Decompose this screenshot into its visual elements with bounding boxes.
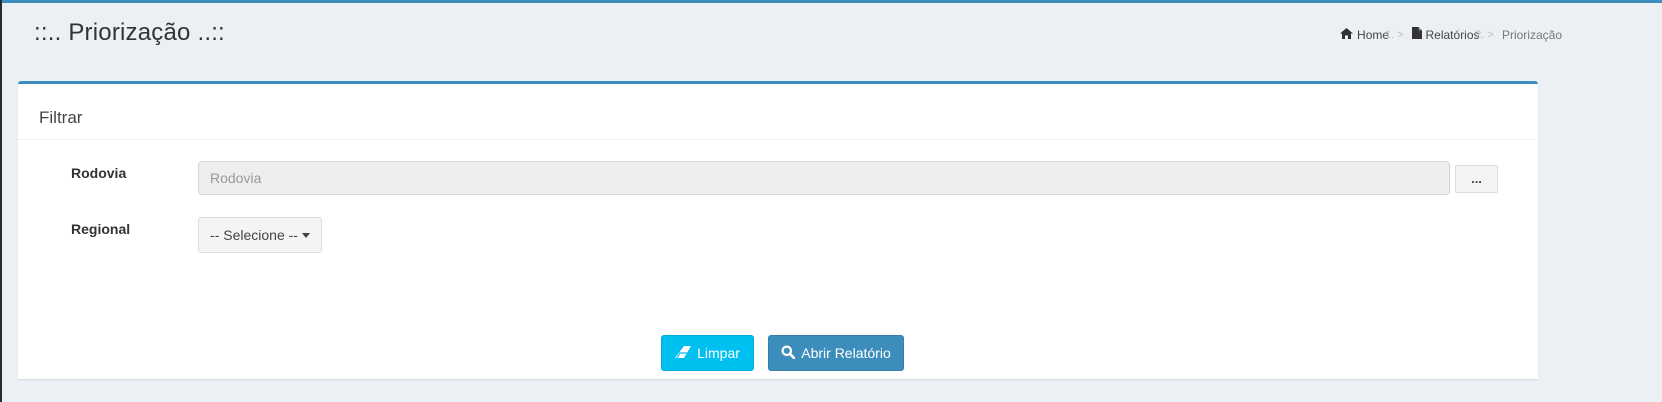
regional-label: Regional <box>71 221 131 237</box>
clear-button-label: Limpar <box>697 345 740 361</box>
page-title: ::.. Priorização ..:: <box>34 19 225 46</box>
file-icon <box>1411 27 1422 42</box>
breadcrumb-separator: > <box>1488 29 1494 41</box>
regional-select-value: -- Selecione -- <box>210 227 298 243</box>
search-icon <box>781 345 796 362</box>
breadcrumb-relatorios-label: Relatórios <box>1425 27 1480 42</box>
open-report-button-label: Abrir Relatório <box>801 345 891 361</box>
clear-button[interactable]: Limpar <box>661 335 754 371</box>
breadcrumb-priorizacao: Priorização <box>1502 28 1562 42</box>
breadcrumb-priorizacao-label: Priorização <box>1501 27 1562 42</box>
content-header: ::.. Priorização ..:: Home > Relatórios … <box>0 3 1662 85</box>
breadcrumb-separator: > <box>1397 29 1403 41</box>
home-icon <box>1340 27 1354 42</box>
rodovia-label: Rodovia <box>71 165 127 181</box>
rodovia-input[interactable] <box>198 161 1450 195</box>
filter-title: Filtrar <box>39 108 83 127</box>
rodovia-browse-button[interactable]: ... <box>1455 165 1498 193</box>
eraser-icon <box>675 345 692 361</box>
filter-box-header: Filtrar <box>18 84 1538 140</box>
breadcrumb-home[interactable]: Home <box>1340 27 1389 42</box>
breadcrumb-relatorios[interactable]: Relatórios <box>1411 27 1480 42</box>
filter-box: Filtrar Rodovia ... Regional -- Selecion… <box>18 81 1538 379</box>
regional-select[interactable]: -- Selecione -- <box>198 217 322 253</box>
breadcrumb: Home > Relatórios > Priorização <box>1340 27 1562 42</box>
caret-down-icon <box>301 232 310 238</box>
open-report-button[interactable]: Abrir Relatório <box>768 335 904 371</box>
